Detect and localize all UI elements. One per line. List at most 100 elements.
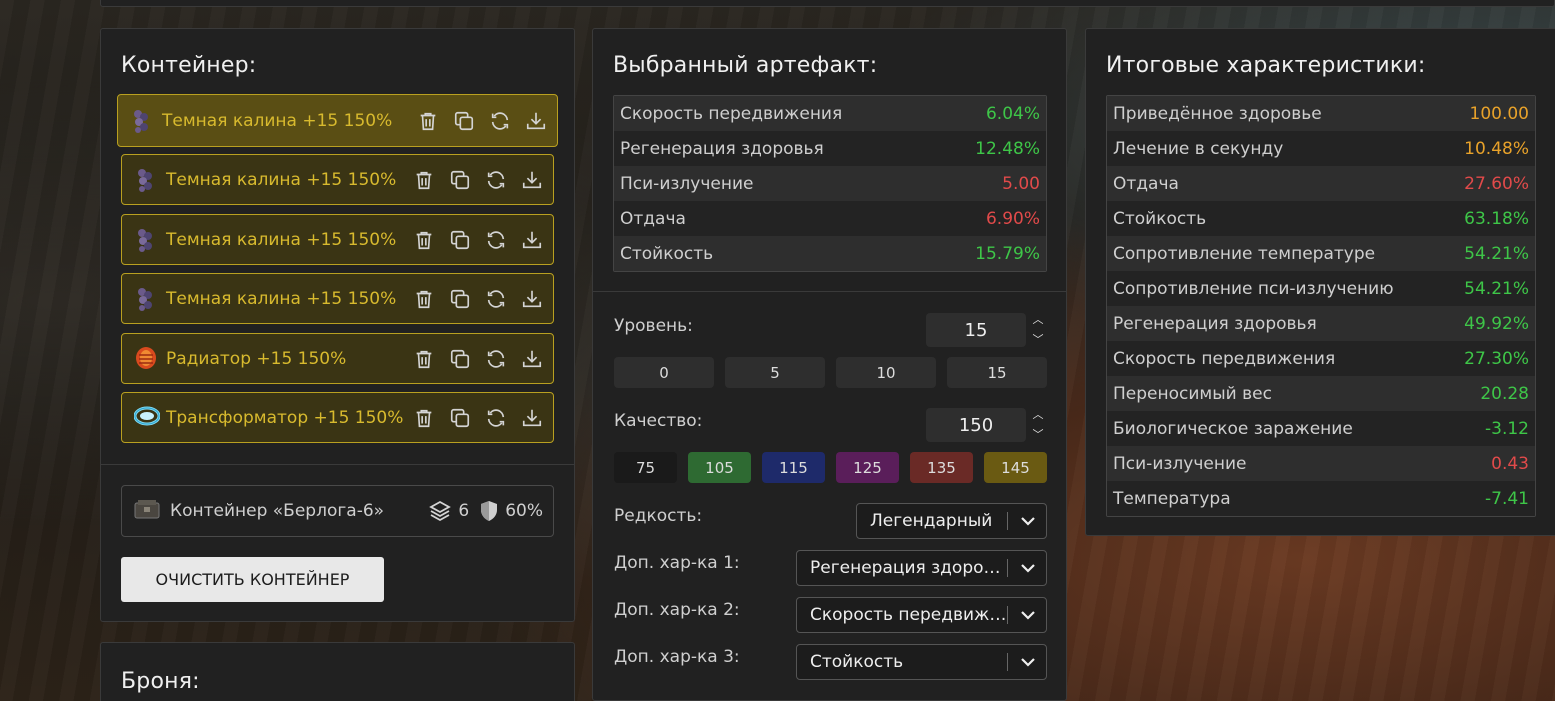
artifact-item[interactable]: Радиатор +15 150% — [121, 333, 554, 384]
stat-value: 49.92% — [1464, 313, 1529, 334]
extra2-select[interactable]: Скорость передвижения — [796, 597, 1047, 633]
quality-spinner[interactable]: ︿ ﹀ — [1030, 408, 1046, 442]
chevron-down-icon — [1016, 610, 1040, 620]
download-icon[interactable] — [521, 169, 543, 191]
copy-icon[interactable] — [453, 110, 475, 132]
extra1-value: Регенерация здоровья — [810, 558, 1007, 578]
quality-preset-button[interactable]: 105 — [688, 452, 751, 483]
stat-row: Температура -7.41 — [1107, 481, 1535, 516]
quality-preset-button[interactable]: 135 — [910, 452, 973, 483]
delete-icon[interactable] — [413, 348, 435, 370]
stat-value: 10.48% — [1464, 138, 1529, 159]
refresh-icon[interactable] — [485, 169, 507, 191]
stat-row: Отдача 6.90% — [614, 201, 1046, 236]
quality-preset-button[interactable]: 145 — [984, 452, 1047, 483]
download-icon[interactable] — [521, 407, 543, 429]
artifact-item-label: Темная калина +15 150% — [166, 169, 397, 190]
artifact-item[interactable]: Темная калина +15 150% — [121, 273, 554, 324]
level-preset-button[interactable]: 15 — [947, 357, 1047, 388]
extra3-value: Стойкость — [810, 652, 904, 672]
level-label: Уровень: — [614, 316, 693, 336]
level-spinner[interactable]: ︿ ﹀ — [1030, 313, 1046, 347]
stat-name: Переносимый вес — [1113, 383, 1272, 404]
totals-panel: Итоговые характеристики: Приведённое здо… — [1085, 28, 1555, 536]
dark-kalina-icon — [134, 286, 156, 312]
slots-stat: 6 — [428, 499, 469, 523]
delete-icon[interactable] — [413, 407, 435, 429]
divider — [101, 464, 574, 465]
level-preset-button[interactable]: 10 — [836, 357, 936, 388]
artifact-item[interactable]: Темная калина +15 150% — [117, 94, 558, 147]
selected-artifact-title: Выбранный артефакт: — [613, 53, 878, 78]
artifact-item[interactable]: Трансформатор +15 150% — [121, 392, 554, 443]
rarity-select[interactable]: Легендарный — [856, 503, 1047, 539]
extra3-select[interactable]: Стойкость — [796, 644, 1047, 680]
copy-icon[interactable] — [449, 288, 471, 310]
decrement-arrow-icon[interactable]: ﹀ — [1033, 428, 1044, 442]
extra1-label: Доп. хар-ка 1: — [614, 553, 740, 573]
artifact-item-label: Темная калина +15 150% — [162, 110, 393, 131]
stat-value: 20.28 — [1480, 383, 1529, 404]
level-preset-button[interactable]: 5 — [725, 357, 825, 388]
download-icon[interactable] — [521, 229, 543, 251]
chevron-down-icon — [1016, 657, 1040, 667]
copy-icon[interactable] — [449, 407, 471, 429]
stat-name: Отдача — [1113, 173, 1179, 194]
divider — [593, 291, 1066, 292]
refresh-icon[interactable] — [485, 348, 507, 370]
download-icon[interactable] — [525, 110, 547, 132]
copy-icon[interactable] — [449, 348, 471, 370]
quality-preset-button[interactable]: 115 — [762, 452, 825, 483]
stat-name: Сопротивление температуре — [1113, 243, 1376, 264]
stat-value: 27.30% — [1464, 348, 1529, 369]
protection-stat: 60% — [479, 500, 543, 522]
level-input[interactable]: 15 — [926, 313, 1026, 347]
layers-icon — [429, 500, 452, 522]
artifact-item-label: Трансформатор +15 150% — [166, 407, 404, 428]
stat-name: Регенерация здоровья — [1113, 313, 1317, 334]
refresh-icon[interactable] — [485, 407, 507, 429]
container-box-selector[interactable]: Контейнер «Берлога-6» 6 60% — [121, 485, 554, 537]
artifact-item[interactable]: Темная калина +15 150% — [121, 214, 554, 265]
quality-input[interactable]: 150 — [926, 408, 1026, 442]
copy-icon[interactable] — [449, 229, 471, 251]
rarity-value: Легендарный — [870, 511, 993, 531]
armor-panel: Броня: — [100, 642, 575, 701]
download-icon[interactable] — [521, 348, 543, 370]
stat-value: 100.00 — [1469, 103, 1529, 124]
artifact-item[interactable]: Темная калина +15 150% — [121, 154, 554, 205]
delete-icon[interactable] — [417, 110, 439, 132]
clear-container-button[interactable]: ОЧИСТИТЬ КОНТЕЙНЕР — [121, 557, 384, 602]
download-icon[interactable] — [521, 288, 543, 310]
stat-row: Биологическое заражение -3.12 — [1107, 411, 1535, 446]
stat-name: Лечение в секунду — [1113, 138, 1284, 159]
increment-arrow-icon[interactable]: ︿ — [1033, 313, 1044, 327]
quality-preset-button[interactable]: 125 — [836, 452, 899, 483]
dark-kalina-icon — [134, 167, 156, 193]
container-panel: Контейнер: Темная калина +15 150% Темная … — [100, 28, 575, 622]
increment-arrow-icon[interactable]: ︿ — [1033, 408, 1044, 422]
delete-icon[interactable] — [413, 229, 435, 251]
quality-preset-button[interactable]: 75 — [614, 452, 677, 483]
delete-icon[interactable] — [413, 288, 435, 310]
refresh-icon[interactable] — [485, 288, 507, 310]
decrement-arrow-icon[interactable]: ﹀ — [1033, 333, 1044, 347]
refresh-icon[interactable] — [485, 229, 507, 251]
artifact-item-label: Радиатор +15 150% — [166, 348, 347, 369]
stat-name: Пси-излучение — [1113, 453, 1247, 474]
refresh-icon[interactable] — [489, 110, 511, 132]
copy-icon[interactable] — [449, 169, 471, 191]
stat-row: Регенерация здоровья 12.48% — [614, 131, 1046, 166]
dark-kalina-icon — [130, 108, 152, 134]
level-preset-button[interactable]: 0 — [614, 357, 714, 388]
delete-icon[interactable] — [413, 169, 435, 191]
totals-title: Итоговые характеристики: — [1106, 53, 1426, 78]
container-box-icon — [134, 498, 160, 524]
totals-stats-table: Приведённое здоровье 100.00 Лечение в секу… — [1106, 95, 1536, 517]
slots-value: 6 — [458, 501, 470, 521]
stat-row: Сопротивление пси-излучению 54.21% — [1107, 271, 1535, 306]
artifact-item-label: Темная калина +15 150% — [166, 229, 397, 250]
stat-row: Отдача 27.60% — [1107, 166, 1535, 201]
extra1-select[interactable]: Регенерация здоровья — [796, 550, 1047, 586]
stat-row: Пси-излучение 0.43 — [1107, 446, 1535, 481]
